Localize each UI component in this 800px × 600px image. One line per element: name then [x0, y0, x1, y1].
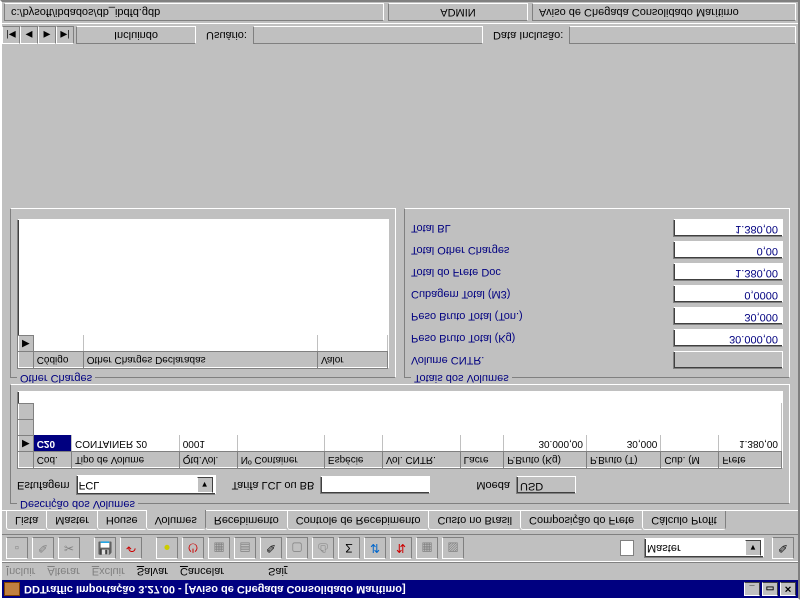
- menu-cancelar[interactable]: Cancelar: [180, 566, 224, 578]
- othercharges-grid[interactable]: Código Other Charges Declaradas Valor ▶: [17, 219, 389, 369]
- menu-incluir: Incluir: [6, 566, 35, 578]
- tool-clip-icon[interactable]: ▢: [286, 537, 308, 559]
- status-path: c:/bysoft/ibdados/db_ibdfd.gdb: [4, 4, 384, 22]
- status-row-1: |◀ ◀ ▶ ▶| Incluindo Usuário: Data Inclus…: [2, 24, 798, 46]
- total-value: 30,000: [673, 307, 783, 325]
- estufagem-label: Estufagem: [17, 479, 70, 491]
- moeda-label: Moeda: [476, 479, 510, 491]
- tool-edit2-icon[interactable]: ✎: [772, 537, 794, 559]
- tool-delete-icon[interactable]: ✂: [58, 537, 80, 559]
- total-value: 0,0000: [673, 285, 783, 303]
- estufagem-select[interactable]: FCL ▼: [76, 475, 216, 495]
- total-value: 1.380,00: [673, 219, 783, 237]
- status-row-2: c:/bysoft/ibdados/db_ibdfd.gdb ADMIN Avi…: [2, 2, 798, 24]
- tool-undo-icon[interactable]: ↶: [120, 537, 142, 559]
- tool-doc2-icon: [620, 540, 634, 556]
- status-module: Aviso de Chegada Consolidado Marítimo: [532, 4, 796, 22]
- tool-doc-icon[interactable]: ▦: [208, 537, 230, 559]
- total-value: [673, 351, 783, 369]
- volumes-grid[interactable]: Cod. Tipo de Volume Qtd.Vol. Nº Containe…: [17, 391, 783, 469]
- tool-new-icon[interactable]: ▫: [6, 537, 28, 559]
- tool-edit-icon[interactable]: ✎: [32, 537, 54, 559]
- window-titlebar: DDTraffic Importação 3.27.00 - [Aviso de…: [2, 580, 798, 598]
- estufagem-value: FCL: [79, 479, 100, 491]
- total-label: Peso Bruto Total (Kg): [411, 332, 673, 344]
- nav-next-icon[interactable]: ▶: [38, 26, 56, 44]
- total-value: 0,00: [673, 241, 783, 259]
- tool-sheet-icon[interactable]: ▤: [234, 537, 256, 559]
- tarifa-label: Tarifa LCL ou BB: [232, 479, 315, 491]
- tool-sort-icon[interactable]: ⇵: [364, 537, 386, 559]
- moeda-field: USD: [516, 476, 576, 494]
- chevron-down-icon[interactable]: ▼: [197, 477, 213, 493]
- data-label: Data Inclusão:: [493, 29, 563, 41]
- tool-pen-icon[interactable]: ✎: [260, 537, 282, 559]
- total-label: Cubagem Total (M3): [411, 288, 673, 300]
- tab-volumes[interactable]: Volumes: [146, 510, 206, 530]
- nav-last-icon[interactable]: ▶|: [56, 26, 74, 44]
- menu-salvar[interactable]: SSalvaralvar: [137, 566, 168, 578]
- tool-exit-icon[interactable]: ⏻: [182, 537, 204, 559]
- total-label: Total do Frete Doc: [411, 266, 673, 278]
- maximize-button[interactable]: ▭: [762, 582, 778, 596]
- nav-prev-icon[interactable]: ◀: [20, 26, 38, 44]
- tool-light-icon[interactable]: ●: [156, 537, 178, 559]
- table-row[interactable]: ▶: [19, 336, 388, 352]
- window-title: DDTraffic Importação 3.27.00 - [Aviso de…: [24, 583, 406, 595]
- app-icon: [4, 582, 20, 596]
- usuario-label: Usuário:: [206, 29, 247, 41]
- menu-sair[interactable]: Sair: [268, 566, 288, 578]
- group-title: Other Charges: [17, 372, 95, 384]
- group-title: Descrição dos Volumes: [17, 498, 138, 510]
- usuario-value: [253, 26, 483, 44]
- total-label: Total BL: [411, 222, 673, 234]
- tarifa-field[interactable]: [320, 476, 430, 494]
- master-select[interactable]: Master ▼: [644, 538, 764, 558]
- status-mode: Incluindo: [76, 26, 196, 44]
- close-button[interactable]: ✕: [780, 582, 796, 596]
- tool-report-icon[interactable]: ▧: [442, 537, 464, 559]
- toolbar: ▫ ✎ ✂ 💾 ↶ ● ⏻ ▦ ▤ ✎ ▢ ⎙ Σ ⇵ ⇅ ▦ ▧ Master…: [2, 534, 798, 562]
- tool-sum-icon[interactable]: Σ: [338, 537, 360, 559]
- table-row[interactable]: ▶ C20 CONTAINER 20 0001 30.000,00 30,000…: [19, 436, 782, 452]
- group-totais-volumes: Totais dos Volumes Volume CNTR.Peso Brut…: [404, 208, 790, 378]
- total-label: Volume CNTR.: [411, 354, 673, 366]
- tab-custo[interactable]: Custo no Brasil: [428, 511, 521, 530]
- tab-house[interactable]: House: [97, 511, 147, 530]
- tab-profit[interactable]: Cálculo Profit: [642, 511, 725, 530]
- tab-recebimento[interactable]: Recebimento: [205, 511, 288, 530]
- tab-controle[interactable]: Controle de Recebimento: [287, 511, 430, 530]
- tab-composicao[interactable]: Composição do Frete: [520, 511, 643, 530]
- tab-lista[interactable]: Lista: [6, 511, 47, 530]
- nav-first-icon[interactable]: |◀: [2, 26, 20, 44]
- chevron-down-icon[interactable]: ▼: [745, 540, 761, 556]
- total-label: Peso Bruto Total (Ton.): [411, 310, 673, 322]
- tab-strip: Lista Master House Volumes Recebimento C…: [2, 510, 798, 532]
- tool-save-icon[interactable]: 💾: [94, 537, 116, 559]
- minimize-button[interactable]: _: [744, 582, 760, 596]
- tool-print-icon[interactable]: ⎙: [312, 537, 334, 559]
- menu-excluir: Excluir: [92, 566, 125, 578]
- tool-form-icon[interactable]: ▦: [416, 537, 438, 559]
- tool-sort2-icon[interactable]: ⇅: [390, 537, 412, 559]
- tab-master[interactable]: Master: [46, 511, 98, 530]
- total-label: Total Other Charges: [411, 244, 673, 256]
- total-value: 1.380,00: [673, 263, 783, 281]
- group-other-charges: Other Charges Código Other Charges Decla…: [10, 208, 396, 378]
- group-title: Totais dos Volumes: [411, 372, 512, 384]
- menu-alterar: Alterar: [47, 566, 79, 578]
- status-user: ADMIN: [388, 4, 528, 22]
- menubar: Incluir Alterar Excluir SSalvaralvar Can…: [2, 562, 798, 580]
- total-value: 30.000,00: [673, 329, 783, 347]
- group-descricao-volumes: Descrição dos Volumes Estufagem FCL ▼ Ta…: [10, 384, 790, 504]
- data-value: [569, 26, 796, 44]
- master-select-value: Master: [647, 542, 681, 554]
